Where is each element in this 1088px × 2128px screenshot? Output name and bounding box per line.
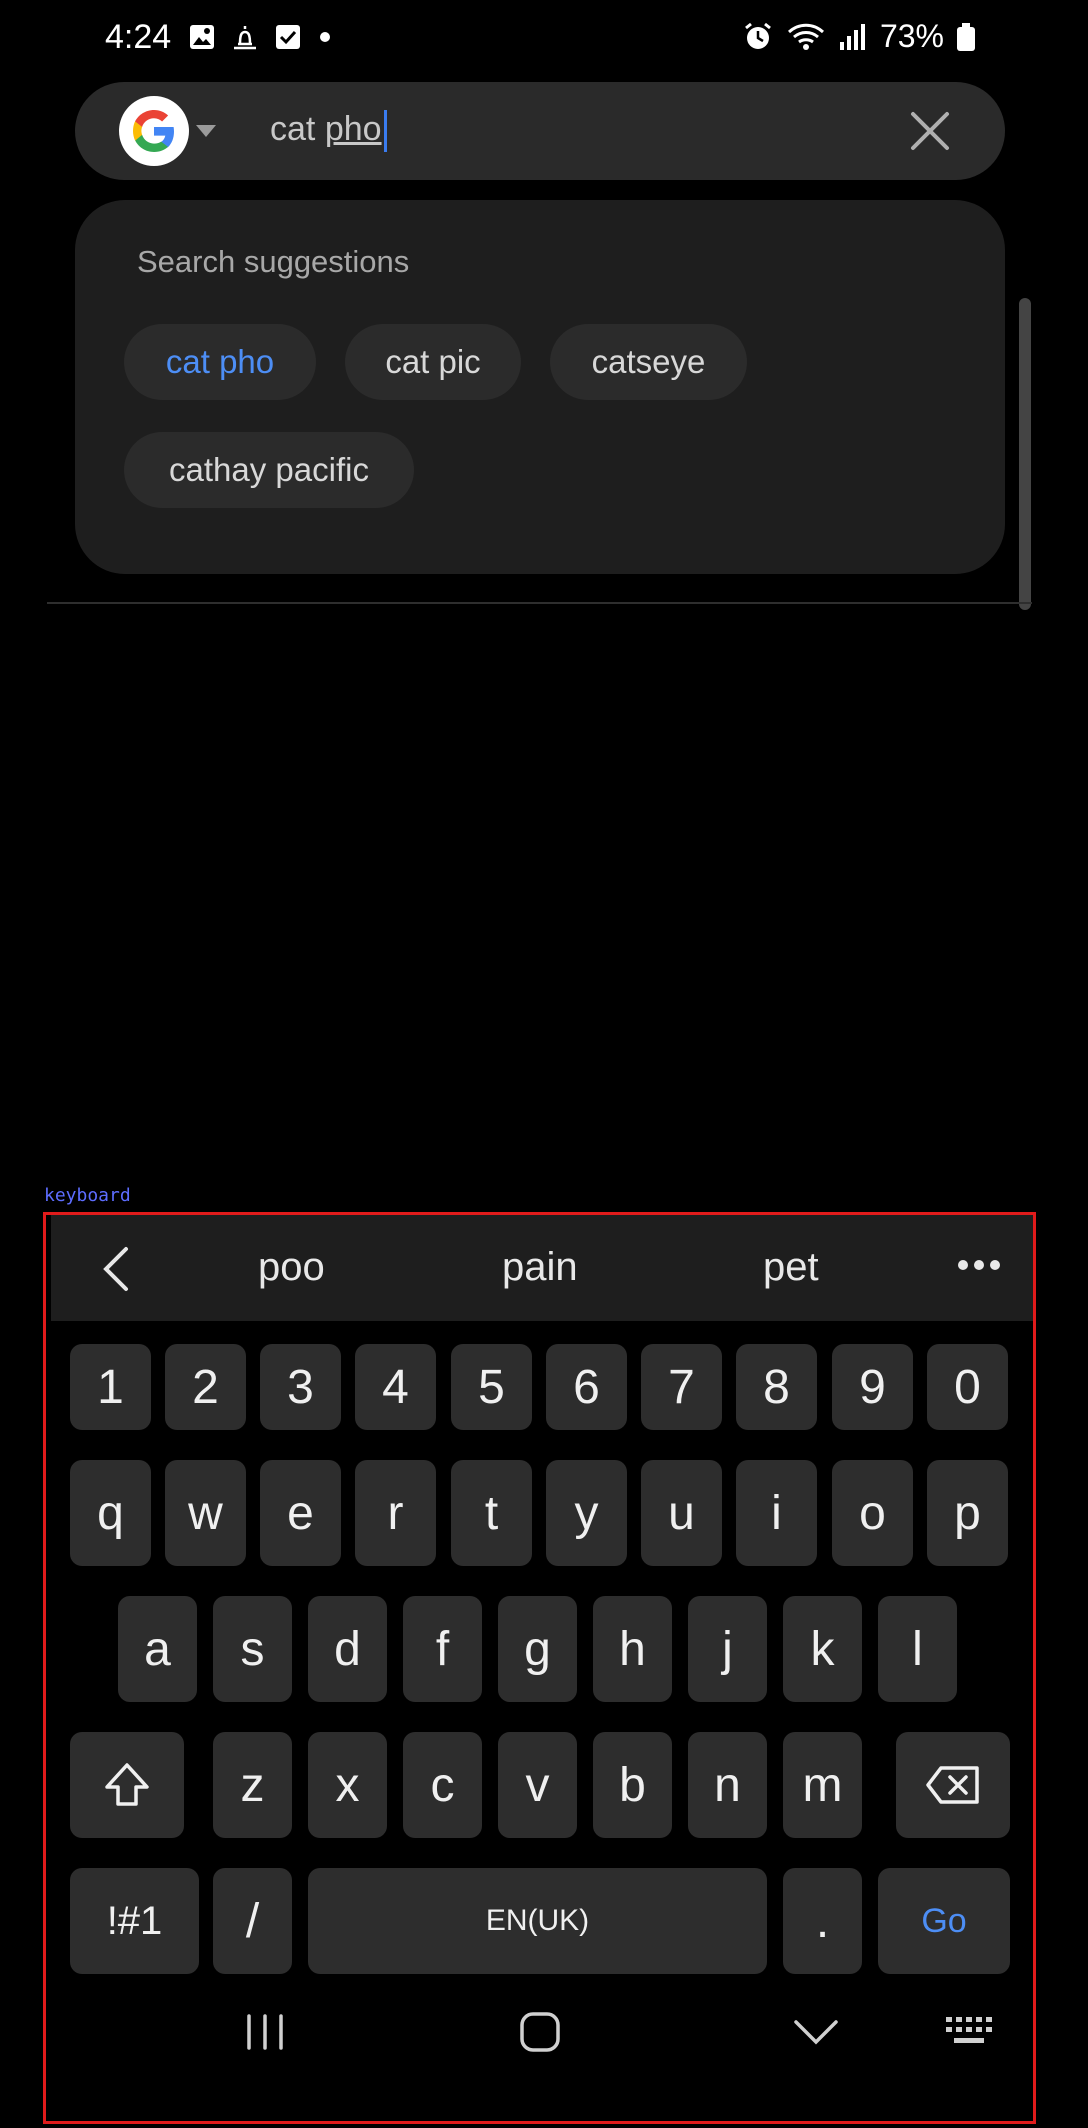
key-4[interactable]: 4 (355, 1344, 436, 1430)
key-b[interactable]: b (593, 1732, 672, 1838)
chevron-left-icon[interactable] (96, 1245, 136, 1293)
divider (47, 602, 1032, 604)
shift-icon (105, 1763, 149, 1806)
battery-percent: 73% (879, 18, 944, 54)
key-c[interactable]: c (403, 1732, 482, 1838)
key-d[interactable]: d (308, 1596, 387, 1702)
space-key[interactable]: EN(UK) (308, 1868, 767, 1974)
keyboard: poo pain pet 1 2 3 4 5 6 7 8 9 0 q w e r… (46, 1212, 1034, 2122)
key-e[interactable]: e (260, 1460, 341, 1566)
key-1[interactable]: 1 (70, 1344, 151, 1430)
key-3[interactable]: 3 (260, 1344, 341, 1430)
key-f[interactable]: f (403, 1596, 482, 1702)
recent-apps-icon[interactable] (243, 2012, 287, 2052)
suggestion-chip[interactable]: cat pic (345, 324, 521, 400)
more-options-icon[interactable] (957, 1259, 1001, 1271)
backspace-key[interactable] (896, 1732, 1010, 1838)
go-key[interactable]: Go (878, 1868, 1010, 1974)
key-z[interactable]: z (213, 1732, 292, 1838)
key-k[interactable]: k (783, 1596, 862, 1702)
prediction-strip: poo pain pet (51, 1215, 1033, 1321)
key-n[interactable]: n (688, 1732, 767, 1838)
signal-icon (839, 23, 865, 50)
alarm-bell-icon (234, 26, 256, 50)
key-m[interactable]: m (783, 1732, 862, 1838)
suggestions-panel: Search suggestions cat pho cat pic catse… (75, 200, 1005, 574)
keyboard-switch-icon[interactable] (944, 2014, 994, 2050)
key-h[interactable]: h (593, 1596, 672, 1702)
slash-key[interactable]: / (213, 1868, 292, 1974)
search-query-prefix: cat (270, 110, 325, 148)
status-bar: 4:24 73% (0, 0, 1088, 76)
key-w[interactable]: w (165, 1460, 246, 1566)
battery-icon (957, 22, 975, 51)
key-u[interactable]: u (641, 1460, 722, 1566)
key-s[interactable]: s (213, 1596, 292, 1702)
key-g[interactable]: g (498, 1596, 577, 1702)
suggestions-title: Search suggestions (137, 244, 410, 279)
backspace-icon (926, 1766, 979, 1804)
symbols-key[interactable]: !#1 (70, 1868, 199, 1974)
system-icons: 73% (742, 18, 976, 55)
key-p[interactable]: p (927, 1460, 1008, 1566)
key-t[interactable]: t (451, 1460, 532, 1566)
key-y[interactable]: y (546, 1460, 627, 1566)
suggestion-chip[interactable]: catseye (550, 324, 747, 400)
gallery-icon (190, 25, 214, 49)
engine-dropdown-icon[interactable] (196, 125, 216, 137)
key-q[interactable]: q (70, 1460, 151, 1566)
home-icon[interactable] (518, 2010, 562, 2054)
checkbox-icon (276, 25, 300, 49)
google-icon[interactable] (119, 96, 189, 166)
key-r[interactable]: r (355, 1460, 436, 1566)
key-j[interactable]: j (688, 1596, 767, 1702)
suggestion-chip[interactable]: cathay pacific (124, 432, 414, 508)
prediction-word[interactable]: pain (502, 1245, 578, 1290)
period-key[interactable]: . (783, 1868, 862, 1974)
key-2[interactable]: 2 (165, 1344, 246, 1430)
key-7[interactable]: 7 (641, 1344, 722, 1430)
wifi-icon (787, 23, 824, 50)
key-9[interactable]: 9 (832, 1344, 913, 1430)
key-5[interactable]: 5 (451, 1344, 532, 1430)
close-icon[interactable] (907, 108, 953, 154)
key-6[interactable]: 6 (546, 1344, 627, 1430)
chevron-down-icon[interactable] (792, 2018, 840, 2048)
keyboard-label: keyboard (44, 1185, 131, 1206)
key-l[interactable]: l (878, 1596, 957, 1702)
notification-icons (188, 22, 334, 52)
scrollbar[interactable] (1019, 298, 1031, 610)
search-query-composing: pho (324, 110, 382, 148)
key-a[interactable]: a (118, 1596, 197, 1702)
search-bar[interactable]: cat pho (75, 82, 1005, 180)
text-cursor (383, 110, 387, 153)
status-time: 4:24 (105, 18, 172, 56)
prediction-word[interactable]: poo (258, 1245, 325, 1290)
dot-icon (320, 32, 330, 42)
key-i[interactable]: i (736, 1460, 817, 1566)
key-x[interactable]: x (308, 1732, 387, 1838)
key-8[interactable]: 8 (736, 1344, 817, 1430)
prediction-word[interactable]: pet (763, 1245, 819, 1290)
search-input[interactable]: cat pho (270, 110, 387, 153)
alarm-clock-icon (745, 22, 771, 49)
key-o[interactable]: o (832, 1460, 913, 1566)
suggestion-chip[interactable]: cat pho (124, 324, 316, 400)
shift-key[interactable] (70, 1732, 184, 1838)
key-v[interactable]: v (498, 1732, 577, 1838)
key-0[interactable]: 0 (927, 1344, 1008, 1430)
